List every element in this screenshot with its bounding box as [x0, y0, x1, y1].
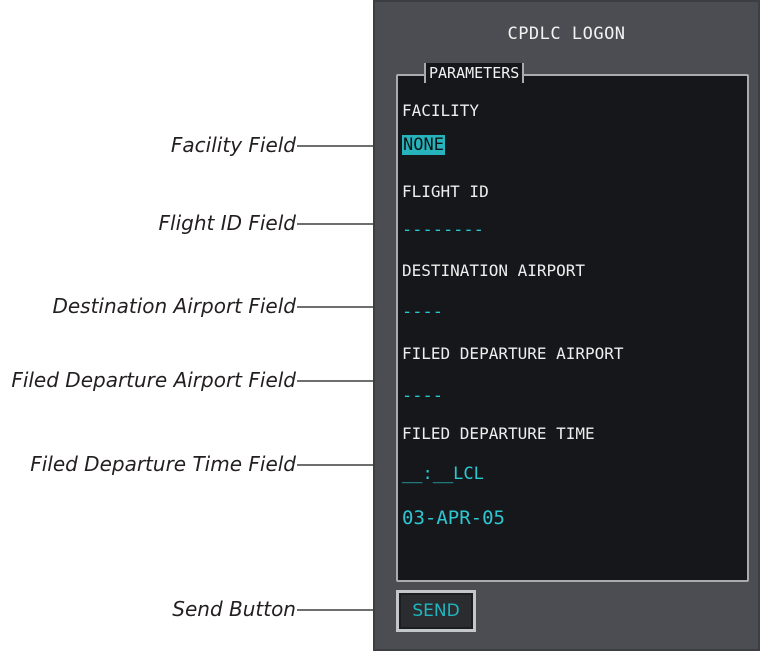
filed-departure-time-label: FILED DEPARTURE TIME [402, 424, 595, 443]
destination-airport-label: DESTINATION AIRPORT [402, 261, 586, 280]
send-button[interactable]: SEND [396, 590, 476, 632]
callout-send-button: Send Button [172, 597, 296, 621]
callout-facility-field: Facility Field [170, 133, 296, 157]
flight-id-label: FLIGHT ID [402, 182, 489, 201]
figure: Facility Field Flight ID Field Destinati… [0, 0, 760, 651]
filed-departure-airport-field[interactable]: ---- [402, 386, 443, 406]
facility-label: FACILITY [402, 101, 480, 120]
cpdlc-logon-panel: CPDLC LOGON [373, 0, 760, 651]
callout-destination-airport-field: Destination Airport Field [52, 294, 296, 318]
filed-departure-time-field[interactable]: __:__LCL [402, 464, 484, 484]
callout-flight-id-field: Flight ID Field [158, 211, 296, 235]
callout-filed-departure-airport-field: Filed Departure Airport Field [11, 368, 296, 392]
facility-field[interactable]: NONE [402, 135, 445, 155]
panel-title: CPDLC LOGON [507, 24, 626, 44]
callout-filed-departure-time-field: Filed Departure Time Field [30, 452, 296, 476]
flight-id-field[interactable]: -------- [402, 220, 484, 240]
filed-departure-airport-label: FILED DEPARTURE AIRPORT [402, 344, 624, 363]
filed-departure-date-value: 03-APR-05 [402, 507, 505, 529]
parameters-group-label: PARAMETERS [424, 63, 525, 83]
destination-airport-field[interactable]: ---- [402, 302, 443, 322]
